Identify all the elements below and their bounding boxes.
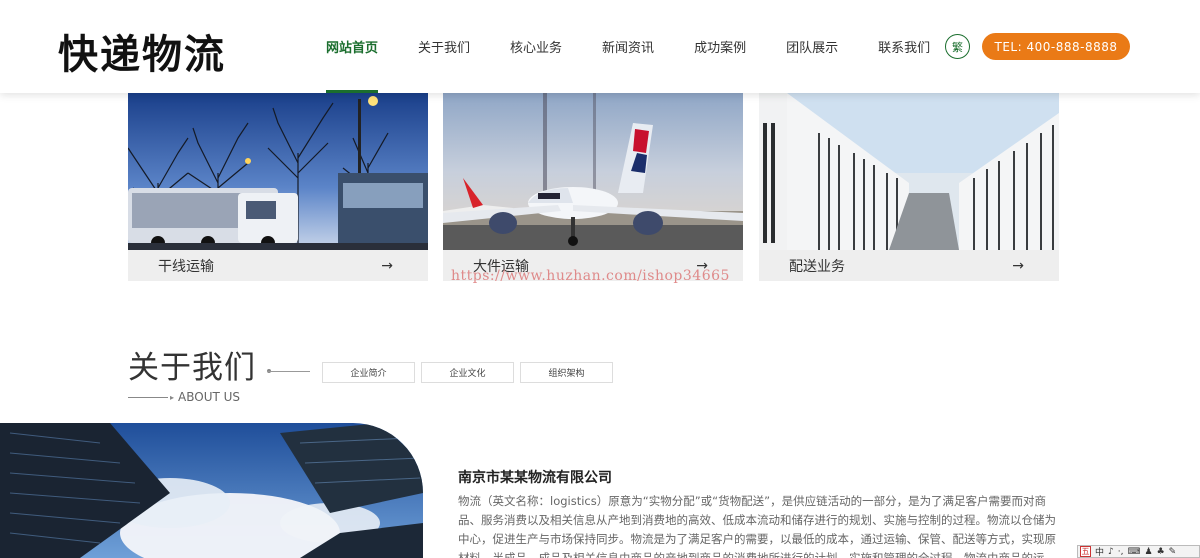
ime-punctuation-icon[interactable]: ·, — [1118, 547, 1124, 557]
decorative-line — [267, 371, 310, 372]
ime-skin-icon[interactable]: ♣ — [1157, 547, 1165, 557]
site-logo[interactable]: 快递物流 — [58, 22, 226, 80]
phone-button[interactable]: TEL: 400-888-8888 — [982, 33, 1130, 60]
nav-item-cases[interactable]: 成功案例 — [674, 0, 766, 93]
tab-company-culture[interactable]: 企业文化 — [421, 362, 514, 383]
about-tabs: 企业简介 企业文化 组织架构 — [322, 362, 613, 383]
arrow-right-icon[interactable]: → — [381, 258, 393, 274]
nav-item-news[interactable]: 新闻资讯 — [582, 0, 674, 93]
nav-item-business[interactable]: 核心业务 — [490, 0, 582, 93]
nav-item-team[interactable]: 团队展示 — [766, 0, 858, 93]
traditional-chinese-toggle[interactable]: 繁 — [945, 34, 970, 59]
ime-chinese-mode[interactable]: 中 — [1095, 545, 1104, 558]
subtitle-line — [128, 396, 168, 398]
service-title: 干线运输 — [158, 258, 214, 275]
about-title: 关于我们 — [128, 350, 256, 386]
about-subtitle-text: ABOUT US — [178, 390, 241, 404]
ime-settings-icon[interactable]: ✎ — [1169, 547, 1177, 557]
ime-toolbar: 五 中 ♪ ·, ⌨ ♟ ♣ ✎ — [1077, 545, 1200, 558]
ime-keyboard-icon[interactable]: ⌨ — [1128, 547, 1141, 557]
main-nav: 网站首页 关于我们 核心业务 新闻资讯 成功案例 团队展示 联系我们 — [306, 0, 950, 93]
airplane-image — [443, 93, 743, 250]
tab-company-profile[interactable]: 企业简介 — [322, 362, 415, 383]
ime-user-icon[interactable]: ♟ — [1145, 547, 1153, 557]
company-description: 物流（英文名称：logistics）原意为“实物分配”或“货物配送”，是供应链活… — [458, 494, 1056, 558]
ime-moon-icon[interactable]: ♪ — [1108, 547, 1114, 557]
service-card-bar: 干线运输 → — [128, 250, 428, 281]
tab-organization[interactable]: 组织架构 — [520, 362, 613, 383]
company-name: 南京市某某物流有限公司 — [458, 470, 612, 486]
nav-item-home[interactable]: 网站首页 — [306, 0, 398, 93]
nav-item-contact[interactable]: 联系我们 — [858, 0, 950, 93]
ime-logo-icon[interactable]: 五 — [1080, 546, 1091, 557]
skyscrapers-image — [0, 423, 423, 558]
site-header: 快递物流 网站首页 关于我们 核心业务 新闻资讯 成功案例 团队展示 联系我们 … — [0, 0, 1200, 93]
service-card-bar: 配送业务 → — [759, 250, 1059, 281]
service-card-heavy[interactable]: 大件运输 → — [443, 93, 743, 281]
arrow-head-icon: ▸ — [170, 392, 175, 402]
service-card-delivery[interactable]: 配送业务 → — [759, 93, 1059, 281]
about-subtitle: ▸ ABOUT US — [128, 390, 240, 404]
service-title: 配送业务 — [789, 258, 845, 275]
watermark-text: https://www.huzhan.com/ishop34665 — [451, 268, 730, 284]
truck-dusk-image — [128, 93, 428, 250]
nav-item-about[interactable]: 关于我们 — [398, 0, 490, 93]
service-card-trunk[interactable]: 干线运输 → — [128, 93, 428, 281]
arrow-right-icon[interactable]: → — [1012, 258, 1024, 274]
storage-units-image — [759, 93, 1059, 250]
